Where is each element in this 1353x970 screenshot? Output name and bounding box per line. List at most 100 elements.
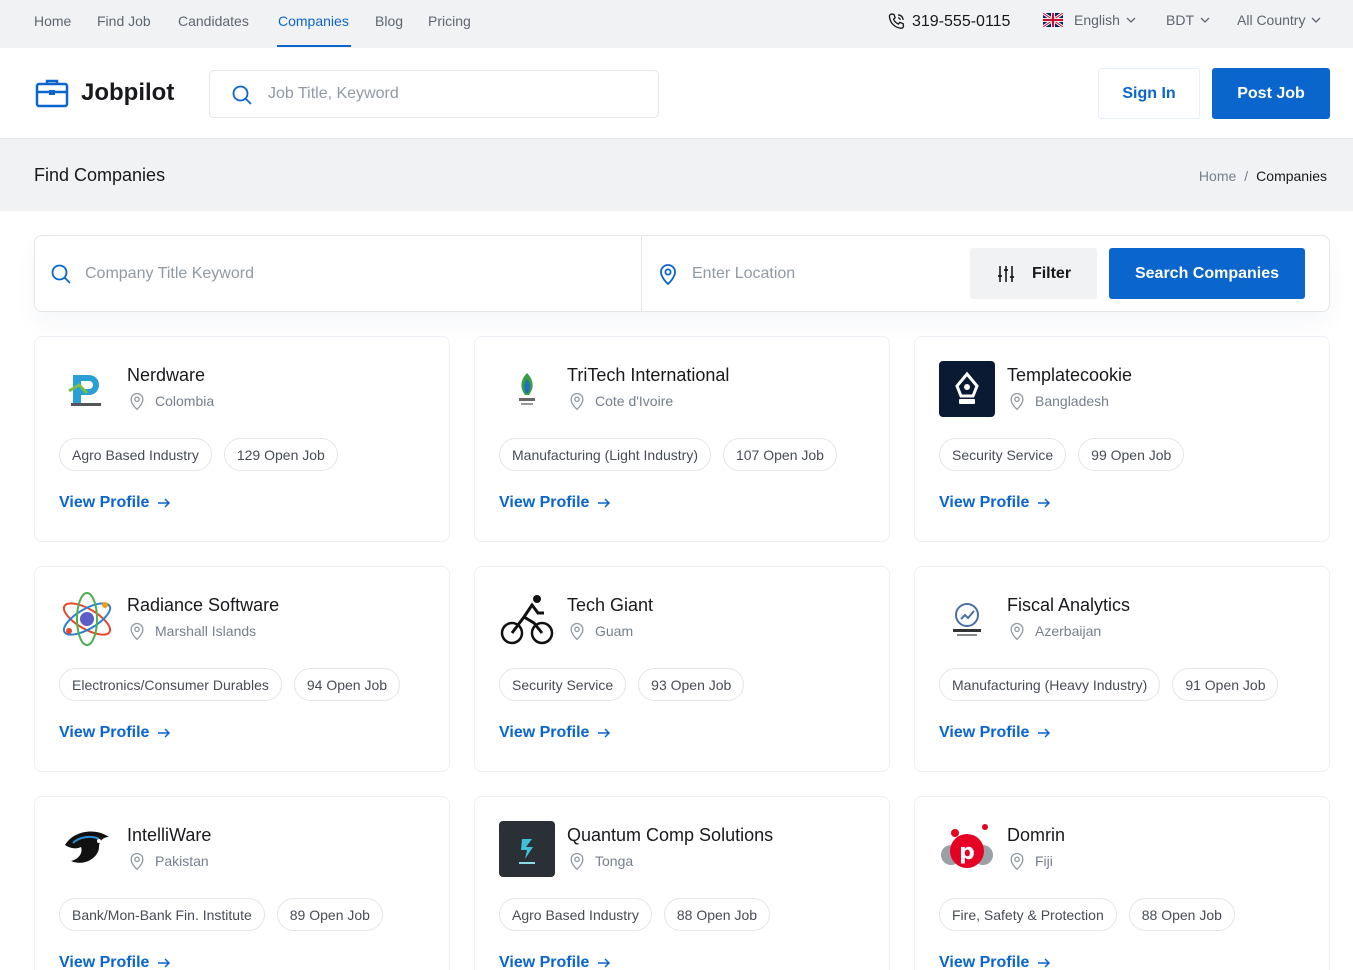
filter-label: Filter (1031, 264, 1072, 282)
company-card[interactable]: Templatecookie Bangladesh Security Servi… (914, 336, 1330, 542)
company-name[interactable]: Domrin (1007, 825, 1065, 846)
open-jobs-tag: 107 Open Job (722, 438, 837, 471)
company-location: Marshall Islands (127, 621, 256, 641)
company-logo (499, 821, 555, 877)
company-name[interactable]: Quantum Comp Solutions (567, 825, 773, 846)
view-profile-label: View Profile (59, 724, 150, 741)
country-label: All Country (1237, 12, 1306, 28)
language-label: English (1074, 12, 1120, 28)
job-search-input[interactable] (268, 81, 638, 107)
top-navigation: Home Find Job Candidates Companies Blog … (0, 0, 1353, 48)
company-card[interactable]: Fiscal Analytics Azerbaijan Manufacturin… (914, 566, 1330, 772)
uk-flag-icon (1043, 13, 1063, 27)
search-companies-button[interactable]: Search Companies (1109, 248, 1305, 299)
company-card[interactable]: IntelliWare Pakistan Bank/Mon-Bank Fin. … (34, 796, 450, 970)
arrow-right-icon (1038, 498, 1051, 508)
brand-logo[interactable]: Jobpilot (35, 77, 174, 109)
location-text: Guam (595, 623, 634, 639)
view-profile-label: View Profile (59, 494, 150, 511)
nav-companies[interactable]: Companies (278, 13, 349, 29)
nav-candidates[interactable]: Candidates (178, 13, 249, 29)
post-job-button[interactable]: Post Job (1212, 68, 1330, 119)
company-card[interactable]: p Domrin Fiji Fire, Safety & Protection … (914, 796, 1330, 970)
view-profile-link[interactable]: View Profile (59, 724, 171, 742)
view-profile-link[interactable]: View Profile (499, 494, 611, 512)
view-profile-link[interactable]: View Profile (499, 724, 611, 742)
company-tags: Agro Based Industry 129 Open Job (59, 438, 338, 471)
filter-button[interactable]: Filter (970, 248, 1097, 299)
view-profile-label: View Profile (499, 494, 590, 511)
view-profile-link[interactable]: View Profile (499, 954, 611, 970)
company-location: Cote d'Ivoire (567, 391, 673, 411)
company-logo (59, 591, 115, 647)
company-location: Fiji (1007, 851, 1053, 871)
currency-selector[interactable]: BDT (1166, 12, 1210, 28)
view-profile-link[interactable]: View Profile (939, 494, 1051, 512)
company-name[interactable]: Templatecookie (1007, 365, 1132, 386)
company-name[interactable]: IntelliWare (127, 825, 211, 846)
location-input[interactable] (692, 264, 972, 283)
company-card[interactable]: Nerdware Colombia Agro Based Industry 12… (34, 336, 450, 542)
open-jobs-tag: 88 Open Job (663, 898, 771, 931)
view-profile-link[interactable]: View Profile (59, 494, 171, 512)
industry-tag: Security Service (939, 438, 1067, 471)
chevron-down-icon (1126, 17, 1136, 23)
phone-contact[interactable]: 319-555-0115 (886, 12, 1010, 32)
nav-find-job[interactable]: Find Job (97, 13, 151, 29)
company-card[interactable]: TriTech International Cote d'Ivoire Manu… (474, 336, 890, 542)
chevron-down-icon (1200, 17, 1210, 23)
open-jobs-tag: 99 Open Job (1078, 438, 1185, 471)
location-text: Azerbaijan (1035, 623, 1102, 639)
company-name[interactable]: Tech Giant (567, 595, 653, 616)
company-logo (939, 591, 995, 647)
company-keyword-input[interactable] (85, 264, 631, 283)
location-text: Colombia (155, 393, 215, 409)
arrow-right-icon (158, 958, 171, 968)
view-profile-link[interactable]: View Profile (59, 954, 171, 970)
arrow-right-icon (158, 498, 171, 508)
company-tags: Manufacturing (Light Industry) 107 Open … (499, 438, 837, 471)
nav-home[interactable]: Home (34, 13, 71, 29)
map-pin-icon (656, 262, 680, 286)
company-card[interactable]: Quantum Comp Solutions Tonga Agro Based … (474, 796, 890, 970)
company-logo (59, 361, 115, 417)
location-text: Marshall Islands (155, 623, 257, 639)
view-profile-label: View Profile (59, 954, 150, 970)
company-tags: Bank/Mon-Bank Fin. Institute 89 Open Job (59, 898, 383, 931)
open-jobs-tag: 91 Open Job (1172, 668, 1279, 701)
view-profile-link[interactable]: View Profile (939, 954, 1051, 970)
phone-icon (888, 13, 905, 29)
company-card[interactable]: Radiance Software Marshall Islands Elect… (34, 566, 450, 772)
main-header: Jobpilot Sign In Post Job (0, 48, 1353, 139)
map-pin-icon (570, 392, 584, 411)
sliders-icon (997, 265, 1014, 282)
company-name[interactable]: Fiscal Analytics (1007, 595, 1130, 616)
industry-tag: Agro Based Industry (59, 438, 212, 471)
industry-tag: Manufacturing (Light Industry) (499, 438, 711, 471)
view-profile-link[interactable]: View Profile (939, 724, 1051, 742)
company-name[interactable]: Radiance Software (127, 595, 279, 616)
company-card[interactable]: Tech Giant Guam Security Service 93 Open… (474, 566, 890, 772)
industry-tag: Agro Based Industry (499, 898, 652, 931)
company-location: Azerbaijan (1007, 621, 1101, 641)
arrow-right-icon (1038, 728, 1051, 738)
language-selector[interactable]: English (1043, 12, 1136, 28)
country-selector[interactable]: All Country (1237, 12, 1321, 28)
company-name[interactable]: Nerdware (127, 365, 205, 386)
sign-in-button[interactable]: Sign In (1098, 68, 1200, 119)
phone-number: 319-555-0115 (912, 13, 1011, 30)
company-name[interactable]: TriTech International (567, 365, 729, 386)
search-icon (232, 85, 252, 105)
currency-label: BDT (1166, 12, 1194, 28)
chevron-down-icon (1312, 17, 1321, 23)
open-jobs-tag: 88 Open Job (1128, 898, 1235, 931)
nav-pricing[interactable]: Pricing (428, 13, 471, 29)
open-jobs-tag: 93 Open Job (638, 668, 745, 701)
industry-tag: Security Service (499, 668, 627, 701)
location-field (642, 236, 972, 311)
breadcrumb-home[interactable]: Home (1199, 168, 1236, 184)
company-location: Bangladesh (1007, 391, 1109, 411)
active-nav-indicator (277, 45, 351, 47)
nav-blog[interactable]: Blog (375, 13, 403, 29)
open-jobs-tag: 129 Open Job (223, 438, 338, 471)
